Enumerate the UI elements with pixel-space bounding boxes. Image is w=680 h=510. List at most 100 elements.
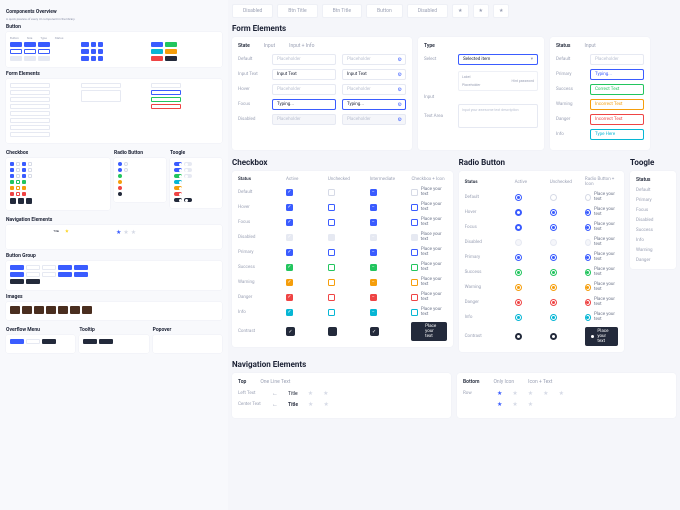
radio-with-label[interactable]: Place your text [585,312,618,322]
checkbox[interactable] [328,189,335,196]
checkbox[interactable]: ✓ [286,264,293,271]
checkbox-with-label[interactable]: Place your text [411,202,446,212]
radio[interactable] [515,239,522,246]
checkbox[interactable]: ✓ [286,327,295,336]
radio[interactable] [515,254,522,261]
checkbox-with-label[interactable]: Place your text [411,232,446,242]
tab-button[interactable]: Button [366,4,403,18]
radio[interactable] [550,239,557,246]
radio-with-label[interactable]: Place your text [585,207,618,217]
checkbox[interactable]: ✓ [286,204,293,211]
checkbox[interactable] [328,279,335,286]
tab-btntitle-2[interactable]: Btn Title [322,4,362,18]
checkbox-with-label[interactable]: Place your text [411,247,446,257]
radio[interactable] [515,314,522,321]
radio[interactable] [550,224,557,231]
checkbox[interactable]: ✓ [286,189,293,196]
radio[interactable] [550,314,557,321]
checkbox-with-label[interactable]: Place your text [411,262,446,272]
radio-with-label[interactable]: Place your text [585,222,618,232]
checkbox[interactable]: − [370,279,377,286]
checkbox[interactable]: − [370,294,377,301]
radio[interactable] [515,333,522,340]
input-hover-info[interactable]: Placeholder⚙ [342,84,406,95]
checkbox[interactable]: ✓ [286,309,293,316]
checkbox[interactable] [328,234,335,241]
radio[interactable] [550,333,557,340]
radio[interactable] [550,194,557,201]
select-input[interactable]: Selected item▾ [458,54,538,65]
radio-with-label[interactable]: Place your text [585,327,618,346]
checkbox[interactable]: ✓ [286,279,293,286]
input-default-info[interactable]: Placeholder⚙ [342,54,406,65]
checkbox[interactable]: − [370,264,377,271]
main-content: Disabled Btn Title Btn Title Button Disa… [228,0,680,510]
radio[interactable] [515,194,522,201]
checkbox[interactable]: ✓ [286,249,293,256]
checkbox[interactable] [328,309,335,316]
checkbox[interactable]: ✓ [286,219,293,226]
status-input-success[interactable]: Correct Text [590,84,644,95]
section-btngroup-label: Button Group [6,253,222,259]
checkbox[interactable]: − [370,234,377,241]
checkbox[interactable]: − [370,219,377,226]
radio-with-label[interactable]: Place your text [585,192,618,202]
radio[interactable] [515,299,522,306]
radio[interactable] [515,224,522,231]
status-input-info[interactable]: Type Here [590,129,644,140]
checkbox[interactable] [328,264,335,271]
input-hover[interactable]: Placeholder [272,84,336,95]
checkbox[interactable]: − [370,204,377,211]
checkbox-with-label[interactable]: Place your text [411,292,446,302]
textarea-input[interactable]: Input your awesome text description [458,104,538,128]
star-icon: ★ [308,401,313,408]
radio-with-label[interactable]: Place your text [585,252,618,262]
checkbox[interactable] [328,294,335,301]
radio-with-label[interactable]: Place your text [585,297,618,307]
checkbox[interactable]: ✓ [370,327,379,336]
radio-with-label[interactable]: Place your text [585,237,618,247]
radio[interactable] [515,209,522,216]
radio[interactable] [550,209,557,216]
tab-icon-3[interactable]: ★ [493,4,509,18]
tab-disabled-2[interactable]: Disabled [407,4,448,18]
checkbox[interactable] [328,204,335,211]
tab-disabled[interactable]: Disabled [232,4,273,18]
select-dropdown[interactable]: LabelHint passwordPlaceholder [458,71,538,91]
radio[interactable] [550,284,557,291]
checkbox-with-label[interactable]: Place your text [411,187,446,197]
gear-icon: ⚙ [398,87,402,93]
status-input-danger[interactable]: Incorrect Text [590,114,644,125]
input-default[interactable]: Placeholder [272,54,336,65]
radio-with-label[interactable]: Place your text [585,282,618,292]
status-input-default[interactable]: Placeholder [590,54,644,65]
tab-icon-1[interactable]: ★ [452,4,468,18]
checkbox-with-label[interactable]: Place your text [411,322,446,341]
checkbox-with-label[interactable]: Place your text [411,277,446,287]
checkbox[interactable] [328,219,335,226]
status-input-warning[interactable]: Incorrect Text [590,99,644,110]
radio[interactable] [550,254,557,261]
tab-icon-2[interactable]: ★ [473,4,489,18]
radio-with-label[interactable]: Place your text [585,267,618,277]
toggle-preview-panel [170,158,222,208]
checkbox[interactable]: − [370,309,377,316]
radio[interactable] [550,299,557,306]
input-focus-info[interactable]: Typing...⚙ [342,99,406,110]
checkbox[interactable]: ✓ [286,294,293,301]
tab-btntitle-1[interactable]: Btn Title [277,4,317,18]
input-text-info[interactable]: Input Text⚙ [342,69,406,80]
input-focus[interactable]: Typing... [272,99,336,110]
radio[interactable] [550,269,557,276]
checkbox[interactable] [328,249,335,256]
checkbox[interactable]: − [370,189,377,196]
radio[interactable] [515,284,522,291]
input-text[interactable]: Input Text [272,69,336,80]
status-input-primary[interactable]: Typing... [590,69,644,80]
checkbox[interactable]: ✓ [286,234,293,241]
checkbox[interactable]: − [370,249,377,256]
radio[interactable] [515,269,522,276]
checkbox-with-label[interactable]: Place your text [411,307,446,317]
checkbox[interactable] [328,327,337,336]
checkbox-with-label[interactable]: Place your text [411,217,446,227]
